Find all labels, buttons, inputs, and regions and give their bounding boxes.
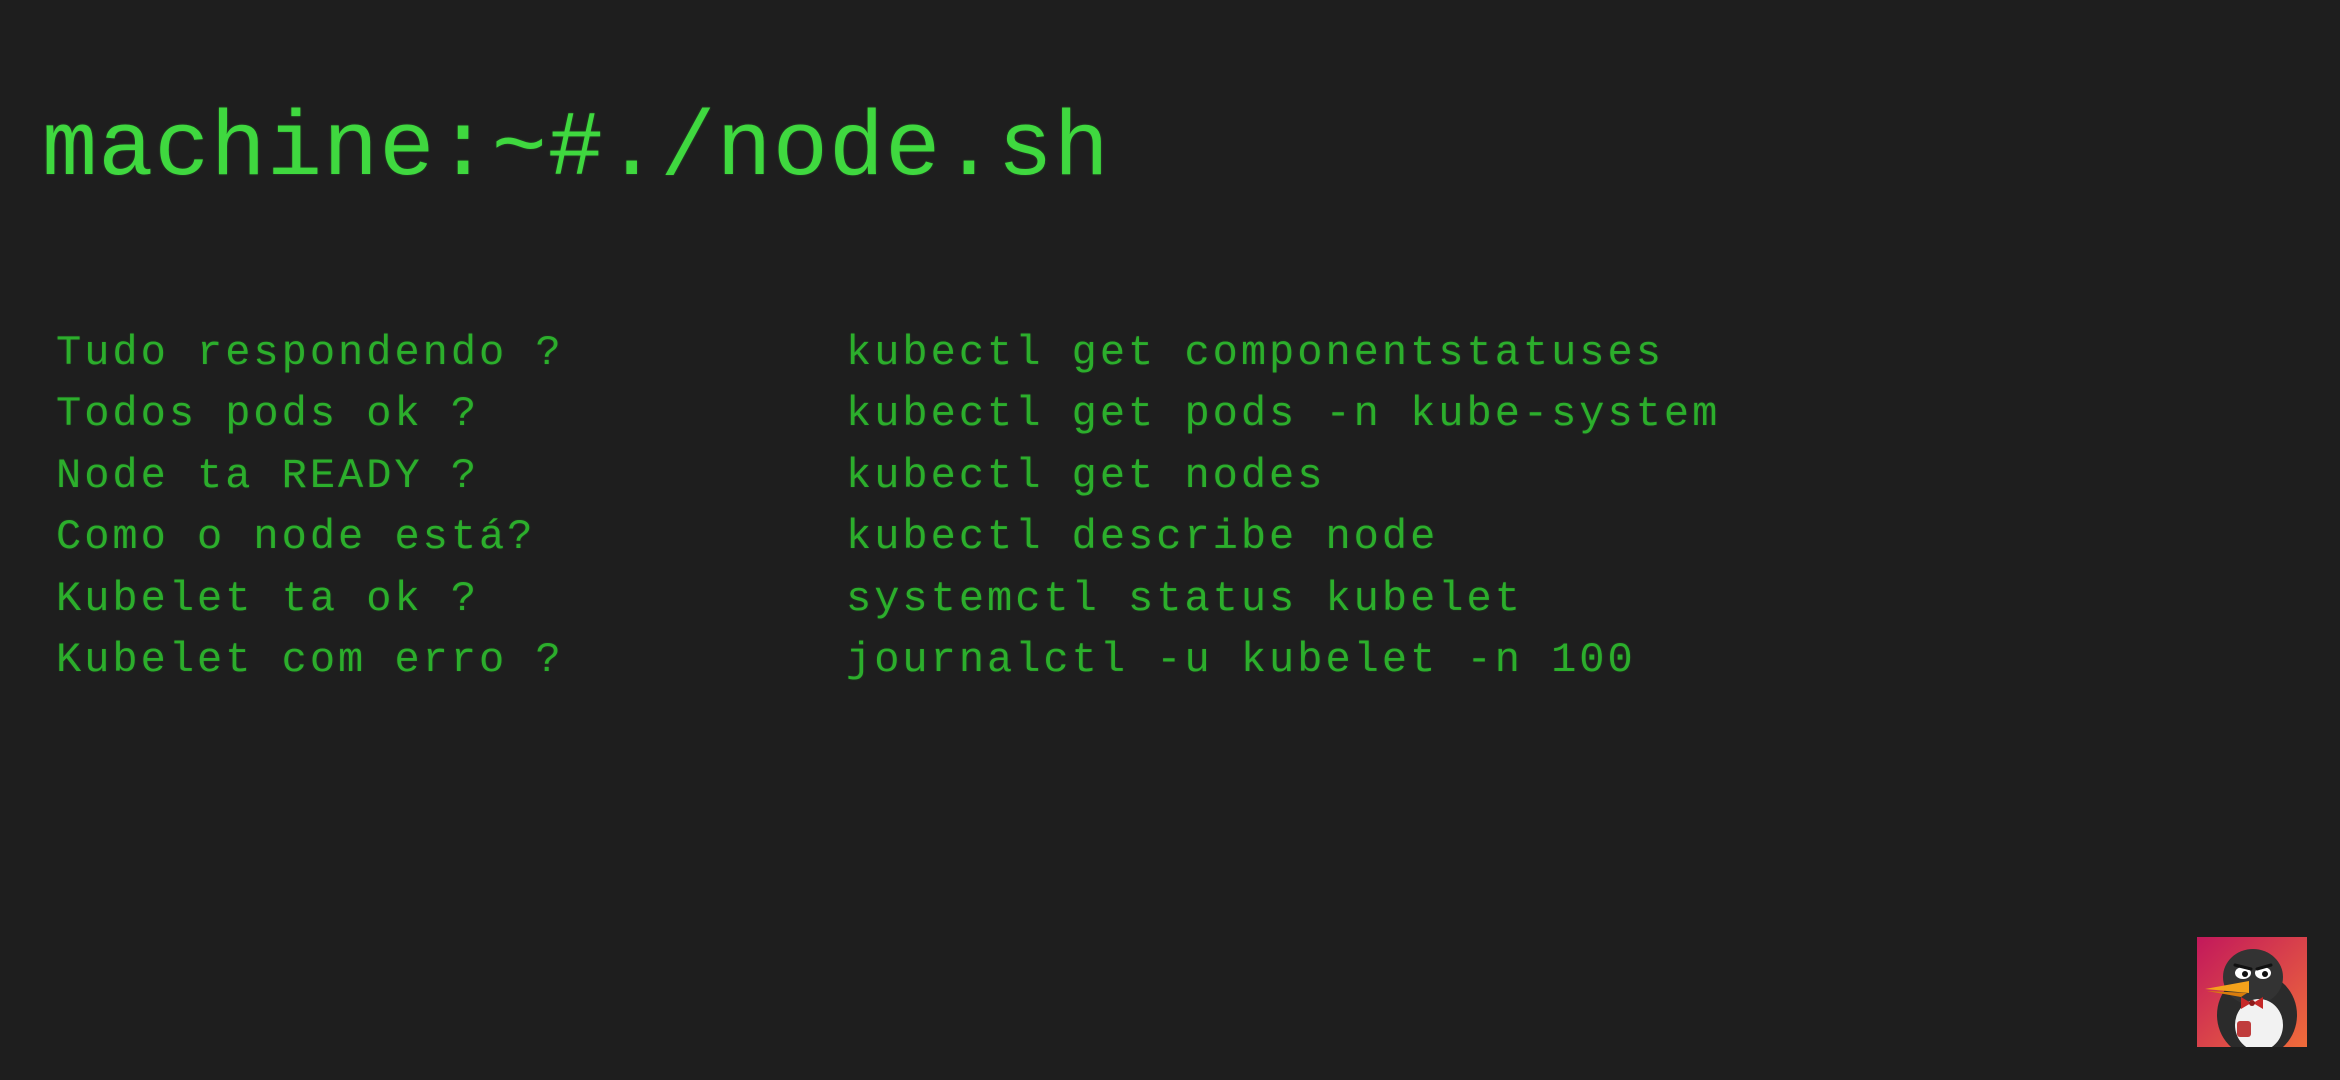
row-question: Node ta READY ? — [56, 451, 480, 500]
cheatsheet-row: Kubelet ta ok ? systemctl status kubelet — [56, 568, 1720, 630]
terminal-screen: machine:~#./node.sh Tudo respondendo ? k… — [0, 0, 2340, 1080]
command-cheatsheet: Tudo respondendo ? kubectl get component… — [56, 322, 1720, 691]
cheatsheet-row: Node ta READY ? kubectl get nodes — [56, 445, 1720, 507]
row-command: journalctl -u kubelet -n 100 — [846, 636, 1636, 685]
row-question: Todos pods ok ? — [56, 390, 480, 439]
row-command: kubectl get pods -n kube-system — [846, 390, 1721, 439]
cheatsheet-row: Todos pods ok ? kubectl get pods -n kube… — [56, 384, 1720, 446]
row-command: kubectl get componentstatuses — [846, 328, 1664, 377]
row-command: systemctl status kubelet — [846, 574, 1523, 623]
terminal-prompt: machine:~#./node.sh — [42, 97, 1110, 202]
penguin-mascot-icon — [2197, 937, 2307, 1047]
row-command: kubectl describe node — [846, 513, 1439, 562]
cheatsheet-row: Kubelet com erro ? journalctl -u kubelet… — [56, 630, 1720, 692]
row-question: Como o node está? — [56, 513, 536, 562]
cheatsheet-row: Tudo respondendo ? kubectl get component… — [56, 322, 1720, 384]
row-question: Tudo respondendo ? — [56, 328, 564, 377]
row-question: Kubelet com erro ? — [56, 636, 564, 685]
cheatsheet-row: Como o node está? kubectl describe node — [56, 507, 1720, 569]
row-question: Kubelet ta ok ? — [56, 574, 480, 623]
row-command: kubectl get nodes — [846, 451, 1326, 500]
